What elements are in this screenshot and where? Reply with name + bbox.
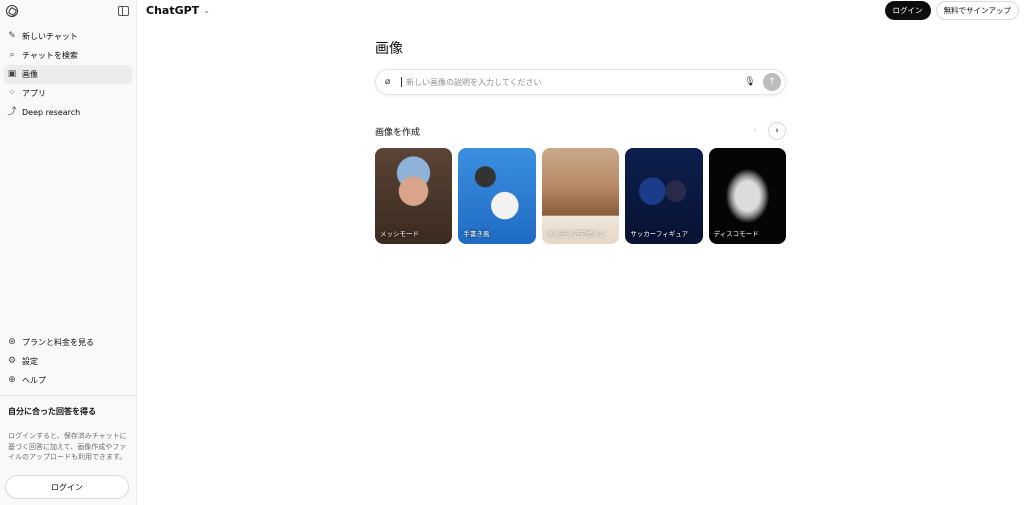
style-card-disco-mode[interactable]: ディスコモード xyxy=(708,148,787,244)
create-section-header: 画像を作成 ‹ › xyxy=(375,122,786,140)
carousel-controls: ‹ › xyxy=(746,122,786,140)
sidebar-item-label: Deep research xyxy=(22,108,81,117)
sidebar-item-deep-research[interactable]: ⤴ Deep research xyxy=(4,103,132,122)
prompt-box: ⌀ 🎙 ↑ xyxy=(375,69,786,95)
sidebar-item-label: 新しいチャット xyxy=(22,32,78,41)
card-label: サッカーフィギュア xyxy=(630,230,689,238)
plan-icon: ⊛ xyxy=(8,337,16,347)
chevron-left-icon[interactable]: ‹ xyxy=(746,122,764,140)
edit-icon: ✎ xyxy=(8,31,16,41)
sidebar-item-label: 画像 xyxy=(22,70,38,79)
attach-icon[interactable]: ⌀ xyxy=(385,77,397,87)
app-window: ✎ 新しいチャット ⌕ チャットを検索 ▣ 画像 ⁘ アプリ ⤴ Deep re… xyxy=(0,0,1024,505)
help-icon: ⊕ xyxy=(8,375,16,385)
apps-icon: ⁘ xyxy=(8,88,16,98)
sidebar-item-help[interactable]: ⊕ ヘルプ xyxy=(4,371,132,390)
login-button[interactable]: ログイン xyxy=(884,0,931,20)
images-icon: ▣ xyxy=(7,69,17,79)
gear-icon: ⚙ xyxy=(7,356,17,366)
login-promo: 自分に合った回答を得る ログインすると、保存済みチャットに基づく回答に加えて、画… xyxy=(0,396,136,463)
section-title: 画像を作成 xyxy=(375,127,421,138)
style-card-handwritten[interactable]: 手書き風 xyxy=(458,148,536,244)
chevron-right-icon[interactable]: › xyxy=(768,122,786,140)
model-name: ChatGPT xyxy=(146,3,200,17)
card-label: ディスコモード xyxy=(713,230,759,238)
style-card-soccer-figure[interactable]: サッカーフィギュア xyxy=(625,148,703,244)
sidebar-item-settings[interactable]: ⚙ 設定 xyxy=(4,352,132,371)
main-area: ChatGPT ⌄ ログイン 無料でサインアップ 画像 ⌀ 🎙 ↑ 画像を作成 … xyxy=(137,0,1024,505)
sidebar-toggle-icon[interactable] xyxy=(118,6,129,16)
promo-title: 自分に合った回答を得る xyxy=(8,407,96,416)
sidebar-item-plans[interactable]: ⊛ プランと料金を見る xyxy=(4,333,132,352)
page-title: 画像 xyxy=(375,41,403,57)
sidebar-item-label: プランと料金を見る xyxy=(22,338,94,347)
sidebar: ✎ 新しいチャット ⌕ チャットを検索 ▣ 画像 ⁘ アプリ ⤴ Deep re… xyxy=(0,0,137,505)
card-label: インテリアデザイン xyxy=(546,230,606,238)
style-cards: メッシモード 手書き風 インテリアデザイン サッカーフィギュア ディスコモード xyxy=(375,148,787,244)
openai-logo-icon[interactable] xyxy=(6,5,18,17)
sidebar-login-button[interactable]: ログイン xyxy=(5,475,129,499)
microphone-icon[interactable]: 🎙 xyxy=(744,77,756,87)
sidebar-header xyxy=(0,0,136,22)
card-label: メッシモード xyxy=(380,230,419,238)
sidebar-nav: ✎ 新しいチャット ⌕ チャットを検索 ▣ 画像 ⁘ アプリ ⤴ Deep re… xyxy=(0,27,136,122)
style-card-interior-design[interactable]: インテリアデザイン xyxy=(541,148,620,244)
sidebar-item-label: ヘルプ xyxy=(22,376,46,385)
chevron-down-icon: ⌄ xyxy=(203,5,210,15)
sidebar-item-apps[interactable]: ⁘ アプリ xyxy=(4,84,132,103)
send-button[interactable]: ↑ xyxy=(763,73,781,91)
sidebar-item-images[interactable]: ▣ 画像 xyxy=(4,65,132,84)
style-card-messi-mode[interactable]: メッシモード xyxy=(375,148,453,244)
sidebar-item-label: アプリ xyxy=(22,89,46,98)
sidebar-item-search-chats[interactable]: ⌕ チャットを検索 xyxy=(4,46,132,65)
telescope-icon: ⤴ xyxy=(7,107,17,117)
prompt-input[interactable] xyxy=(401,77,744,87)
promo-text: ログインすると、保存済みチャットに基づく回答に加えて、画像作成やファイルのアップ… xyxy=(8,432,127,461)
model-selector[interactable]: ChatGPT ⌄ xyxy=(146,4,210,17)
top-bar: ChatGPT ⌄ ログイン 無料でサインアップ xyxy=(137,0,1024,20)
sidebar-item-new-chat[interactable]: ✎ 新しいチャット xyxy=(4,27,132,46)
sidebar-item-label: 設定 xyxy=(22,357,38,366)
sidebar-item-label: チャットを検索 xyxy=(22,51,78,60)
images-panel: 画像 ⌀ 🎙 ↑ 画像を作成 ‹ › メッシモード 手書き風 xyxy=(375,38,787,244)
sidebar-footer: ⊛ プランと料金を見る ⚙ 設定 ⊕ ヘルプ 自分に合った回答を得る ログインす… xyxy=(0,333,136,463)
signup-button[interactable]: 無料でサインアップ xyxy=(935,0,1019,20)
auth-actions: ログイン 無料でサインアップ xyxy=(884,0,1019,20)
search-icon: ⌕ xyxy=(9,50,15,60)
card-label: 手書き風 xyxy=(463,230,490,238)
